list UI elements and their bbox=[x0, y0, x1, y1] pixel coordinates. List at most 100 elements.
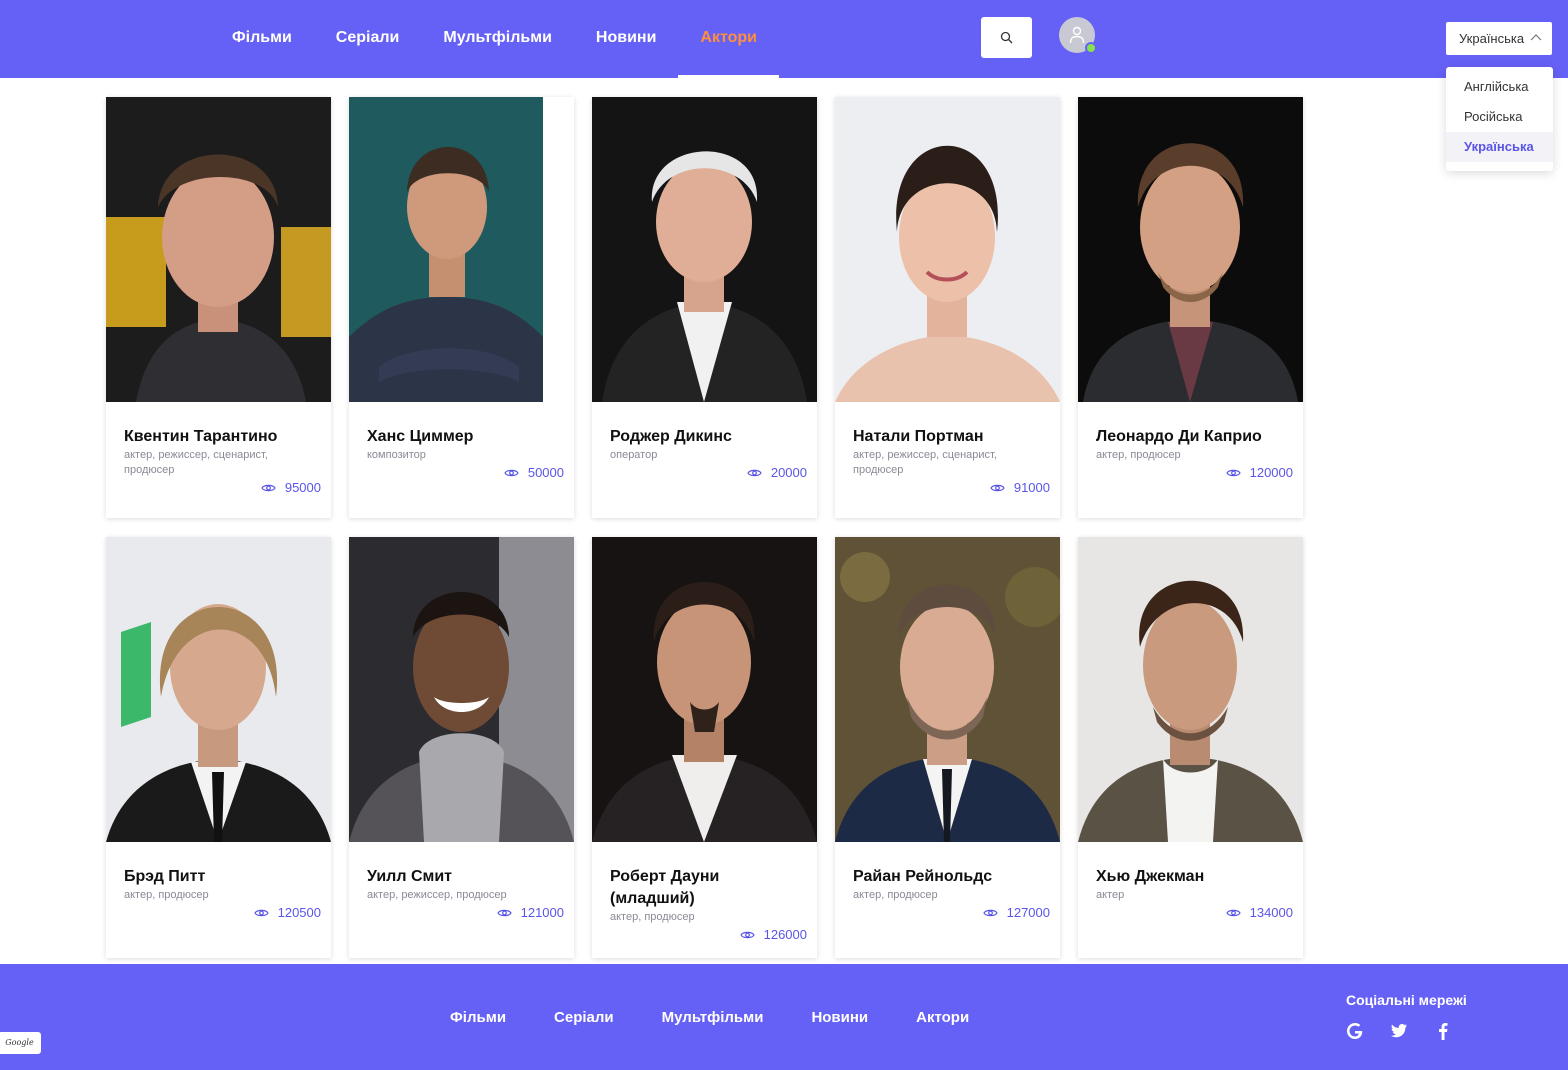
actor-card[interactable]: Роберт Дауни (младший) актер, продюсер 1… bbox=[592, 537, 817, 958]
actor-roles: оператор bbox=[610, 449, 658, 461]
actor-card[interactable]: Уилл Смит актер, режиссер, продюсер 1210… bbox=[349, 537, 574, 958]
nav-series[interactable]: Серіали bbox=[314, 0, 422, 78]
actor-card[interactable]: Ханс Циммер композитор 50000 bbox=[349, 97, 574, 518]
eye-icon bbox=[496, 909, 512, 916]
actor-roles: актер, режиссер, продюсер bbox=[367, 889, 507, 901]
social-icons bbox=[1346, 1022, 1452, 1040]
actor-roles: композитор bbox=[367, 449, 426, 461]
eye-icon bbox=[504, 469, 519, 476]
views-counter: 127000 bbox=[982, 905, 1050, 920]
nav-films[interactable]: Фільми bbox=[210, 0, 314, 78]
views-counter: 50000 bbox=[504, 465, 564, 480]
views-counter: 134000 bbox=[1225, 905, 1293, 920]
search-button[interactable] bbox=[981, 17, 1032, 58]
actor-roles: актер, продюсер bbox=[610, 911, 695, 923]
eye-icon bbox=[747, 469, 762, 476]
views-count: 134000 bbox=[1249, 905, 1293, 920]
actor-roles: актер, продюсер bbox=[853, 889, 938, 901]
language-select[interactable]: Українська bbox=[1446, 22, 1552, 55]
actor-card[interactable]: Квентин Тарантино актер, режиссер, сцена… bbox=[106, 97, 331, 518]
eye-icon bbox=[739, 931, 755, 938]
footer-link-news[interactable]: Новини bbox=[787, 1009, 892, 1026]
eye-icon bbox=[990, 484, 1005, 491]
language-option-ukrainian[interactable]: Українська bbox=[1446, 132, 1553, 162]
actor-name[interactable]: Леонардо Ди Каприо bbox=[1096, 426, 1285, 448]
actor-roles: актер, продюсер bbox=[124, 889, 209, 901]
search-icon bbox=[1000, 31, 1013, 44]
views-counter: 126000 bbox=[739, 927, 807, 942]
facebook-icon[interactable] bbox=[1434, 1022, 1452, 1040]
eye-icon bbox=[253, 909, 269, 916]
views-counter: 95000 bbox=[261, 480, 321, 495]
actor-roles: актер bbox=[1096, 889, 1125, 901]
actor-photo[interactable] bbox=[349, 97, 574, 402]
views-count: 91000 bbox=[1013, 480, 1050, 495]
actor-card[interactable]: Райан Рейнольдс актер, продюсер 127000 bbox=[835, 537, 1060, 958]
actor-name[interactable]: Квентин Тарантино bbox=[124, 426, 313, 448]
views-count: 95000 bbox=[284, 480, 321, 495]
actor-name[interactable]: Натали Портман bbox=[853, 426, 1042, 448]
footer-link-actors[interactable]: Актори bbox=[892, 1009, 993, 1026]
views-counter: 120500 bbox=[253, 905, 321, 920]
actor-photo[interactable] bbox=[835, 537, 1060, 842]
actor-name[interactable]: Райан Рейнольдс bbox=[853, 866, 1042, 888]
actor-roles: актер, продюсер bbox=[1096, 449, 1181, 461]
views-count: 127000 bbox=[1006, 905, 1050, 920]
main-nav: Фільми Серіали Мультфільми Новини Актори bbox=[210, 0, 779, 78]
eye-icon bbox=[1225, 909, 1241, 916]
actor-photo[interactable] bbox=[592, 537, 817, 842]
actor-name[interactable]: Роберт Дауни (младший) bbox=[610, 866, 799, 910]
nav-actors[interactable]: Актори bbox=[678, 0, 779, 78]
site-header: Фільми Серіали Мультфільми Новини Актори… bbox=[0, 0, 1568, 78]
eye-icon bbox=[261, 484, 276, 491]
views-counter: 20000 bbox=[747, 465, 807, 480]
nav-cartoons[interactable]: Мультфільми bbox=[421, 0, 574, 78]
language-dropdown: Англійська Російська Українська bbox=[1446, 67, 1553, 171]
actor-name[interactable]: Брэд Питт bbox=[124, 866, 313, 888]
google-icon[interactable] bbox=[1346, 1022, 1364, 1040]
footer-link-cartoons[interactable]: Мультфільми bbox=[638, 1009, 788, 1026]
actor-photo[interactable] bbox=[349, 537, 574, 842]
actor-card[interactable]: Хью Джекман актер 134000 bbox=[1078, 537, 1303, 958]
twitter-icon[interactable] bbox=[1390, 1022, 1408, 1040]
actor-photo[interactable] bbox=[592, 97, 817, 402]
actor-name[interactable]: Хью Джекман bbox=[1096, 866, 1285, 888]
social-title: Соціальні мережі bbox=[1346, 992, 1467, 1008]
actor-roles: актер, режиссер, сценарист, продюсер bbox=[853, 449, 997, 476]
views-counter: 120000 bbox=[1225, 465, 1293, 480]
eye-icon bbox=[1225, 469, 1241, 476]
actor-name[interactable]: Ханс Циммер bbox=[367, 426, 556, 448]
actor-roles: актер, режиссер, сценарист, продюсер bbox=[124, 449, 268, 476]
chevron-up-icon bbox=[1530, 34, 1542, 41]
views-count: 20000 bbox=[770, 465, 807, 480]
google-play-badge[interactable]: Google play bbox=[0, 1032, 41, 1054]
views-count: 126000 bbox=[763, 927, 807, 942]
actor-card[interactable]: Натали Портман актер, режиссер, сценарис… bbox=[835, 97, 1060, 518]
eye-icon bbox=[982, 909, 998, 916]
actor-photo[interactable] bbox=[106, 97, 331, 402]
actor-card[interactable]: Роджер Дикинс оператор 20000 bbox=[592, 97, 817, 518]
actor-name[interactable]: Роджер Дикинс bbox=[610, 426, 799, 448]
site-footer: Фільми Серіали Мультфільми Новини Актори… bbox=[0, 964, 1568, 1070]
language-selected: Українська bbox=[1459, 31, 1525, 46]
actor-photo[interactable] bbox=[1078, 537, 1303, 842]
actor-photo[interactable] bbox=[1078, 97, 1303, 402]
views-count: 120500 bbox=[277, 905, 321, 920]
views-count: 50000 bbox=[527, 465, 564, 480]
user-icon bbox=[1069, 26, 1085, 44]
views-count: 121000 bbox=[520, 905, 564, 920]
actor-card[interactable]: Брэд Питт актер, продюсер 120500 bbox=[106, 537, 331, 958]
actor-photo[interactable] bbox=[835, 97, 1060, 402]
footer-link-films[interactable]: Фільми bbox=[426, 1009, 530, 1026]
views-count: 120000 bbox=[1249, 465, 1293, 480]
actor-card[interactable]: Леонардо Ди Каприо актер, продюсер 12000… bbox=[1078, 97, 1303, 518]
user-avatar[interactable] bbox=[1059, 17, 1097, 54]
online-status-dot bbox=[1085, 42, 1097, 54]
views-counter: 91000 bbox=[990, 480, 1050, 495]
language-option-english[interactable]: Англійська bbox=[1446, 72, 1553, 102]
nav-news[interactable]: Новини bbox=[574, 0, 679, 78]
language-option-russian[interactable]: Російська bbox=[1446, 102, 1553, 132]
actor-name[interactable]: Уилл Смит bbox=[367, 866, 556, 888]
footer-link-series[interactable]: Серіали bbox=[530, 1009, 638, 1026]
actor-photo[interactable] bbox=[106, 537, 331, 842]
